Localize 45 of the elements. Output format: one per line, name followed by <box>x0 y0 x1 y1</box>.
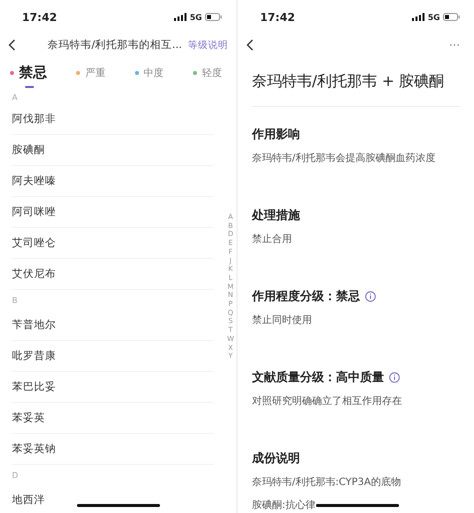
signal-icon <box>174 13 187 21</box>
section-heading: 作用程度分级：禁忌 <box>252 288 360 304</box>
section-letter: A <box>12 92 18 102</box>
info-icon[interactable] <box>389 372 400 382</box>
drug-list-item[interactable]: 胺碘酮 <box>12 135 214 166</box>
section-heading: 文献质量分级：高中质量 <box>252 368 384 386</box>
section-text: 奈玛特韦/利托那韦:CYP3A的底物 <box>252 476 401 488</box>
level-info-link[interactable]: 等级说明 <box>188 38 228 52</box>
battery-icon <box>443 13 460 21</box>
drug-list-item[interactable]: 苯妥英 <box>12 403 214 434</box>
back-icon[interactable] <box>246 39 254 51</box>
section-heading: 作用影响 <box>252 126 300 142</box>
severity-tab[interactable]: 轻度 <box>192 66 222 80</box>
section-text: 奈玛特韦/利托那韦会提高胺碘酮血药浓度 <box>252 152 436 164</box>
drug-list-item[interactable]: 苯妥英钠 <box>12 434 214 465</box>
drug-list-item[interactable]: 苯巴比妥 <box>12 372 214 403</box>
drug-list-item[interactable]: 艾伏尼布 <box>12 259 214 290</box>
severity-tab[interactable]: 禁忌 <box>10 64 47 88</box>
drug-list-item[interactable]: 阿伐那非 <box>12 104 214 135</box>
section-text: 禁止同时使用 <box>252 314 312 326</box>
drug-list-item[interactable]: 吡罗昔康 <box>12 341 214 372</box>
drug-list-item[interactable]: 艾司唑仑 <box>12 228 214 259</box>
section-heading: 处理措施 <box>252 206 300 224</box>
severity-tab[interactable]: 严重 <box>76 66 106 80</box>
drug-list-item[interactable]: 苄普地尔 <box>12 310 214 341</box>
battery-icon <box>205 13 222 21</box>
network-label: 5G <box>428 12 440 22</box>
signal-icon <box>412 13 425 21</box>
section-text: 胺碘酮:抗心律 <box>252 498 316 512</box>
section-heading: 成份说明 <box>252 450 300 466</box>
section-letter: B <box>12 296 18 304</box>
info-icon[interactable] <box>365 290 376 302</box>
drug-list-item[interactable]: 阿夫唑嗪 <box>12 166 214 197</box>
network-label: 5G <box>190 12 202 22</box>
drug-list-item[interactable]: 阿司咪唑 <box>12 197 214 228</box>
severity-tab[interactable]: 中度 <box>134 66 164 80</box>
section-text: 对照研究明确确立了相互作用存在 <box>252 394 402 408</box>
section-letter: D <box>12 470 18 480</box>
status-time: 17:42 <box>260 10 296 24</box>
section-text: 禁止合用 <box>252 232 292 246</box>
status-time: 17:42 <box>22 10 58 24</box>
page-title: 奈玛特韦/利托那韦的相互... <box>46 38 182 52</box>
more-button[interactable]: ··· <box>443 39 466 51</box>
back-icon[interactable] <box>8 39 16 51</box>
interaction-title: 奈玛特韦/利托那韦 + 胺碘酮 <box>252 72 444 90</box>
